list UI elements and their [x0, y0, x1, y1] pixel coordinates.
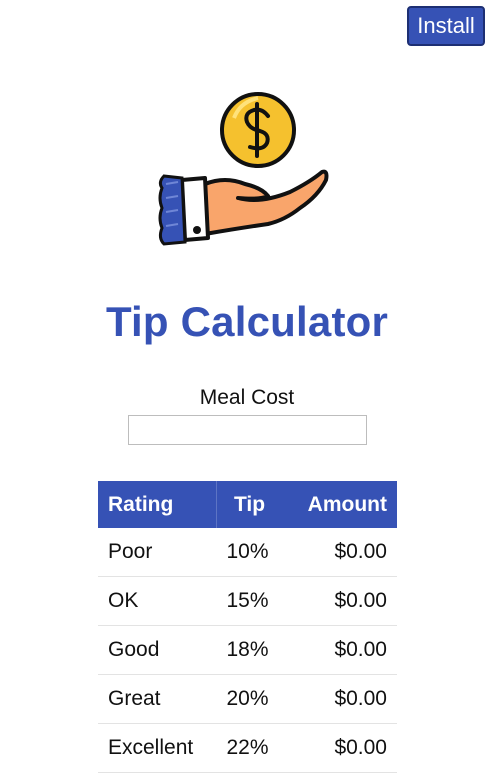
rating-cell: Excellent — [98, 723, 217, 773]
tip-cell: 22% — [216, 723, 282, 773]
tip-cell: 18% — [216, 625, 282, 675]
tip-calculator-page: Install Tip Calculator Meal Cost Rating … — [0, 0, 494, 778]
table-row: Poor 10% $0.00 — [98, 528, 397, 577]
table-row: Great 20% $0.00 — [98, 674, 397, 724]
rating-column-header: Rating — [98, 481, 217, 528]
rating-cell: Poor — [98, 528, 217, 577]
tip-table: Rating Tip Amount Poor 10% $0.00 OK 15% … — [98, 481, 397, 773]
meal-cost-input[interactable] — [128, 415, 367, 445]
tip-table-header-row: Rating Tip Amount — [98, 481, 397, 528]
tip-cell: 15% — [216, 576, 282, 626]
amount-cell: $0.00 — [282, 723, 397, 773]
meal-cost-label: Meal Cost — [199, 386, 295, 409]
amount-column-header: Amount — [282, 481, 397, 528]
hand-coin-logo-icon — [158, 92, 329, 246]
table-row: Good 18% $0.00 — [98, 625, 397, 675]
table-row: OK 15% $0.00 — [98, 576, 397, 626]
rating-cell: OK — [98, 576, 217, 626]
tip-cell: 20% — [216, 674, 282, 724]
amount-cell: $0.00 — [282, 528, 397, 577]
table-row: Excellent 22% $0.00 — [98, 723, 397, 773]
amount-cell: $0.00 — [282, 674, 397, 724]
amount-cell: $0.00 — [282, 576, 397, 626]
tip-cell: 10% — [216, 528, 282, 577]
app-title: Tip Calculator — [105, 298, 389, 345]
rating-cell: Great — [98, 674, 217, 724]
amount-cell: $0.00 — [282, 625, 397, 675]
install-button[interactable]: Install — [407, 6, 485, 46]
tip-column-header: Tip — [216, 481, 282, 528]
rating-cell: Good — [98, 625, 217, 675]
